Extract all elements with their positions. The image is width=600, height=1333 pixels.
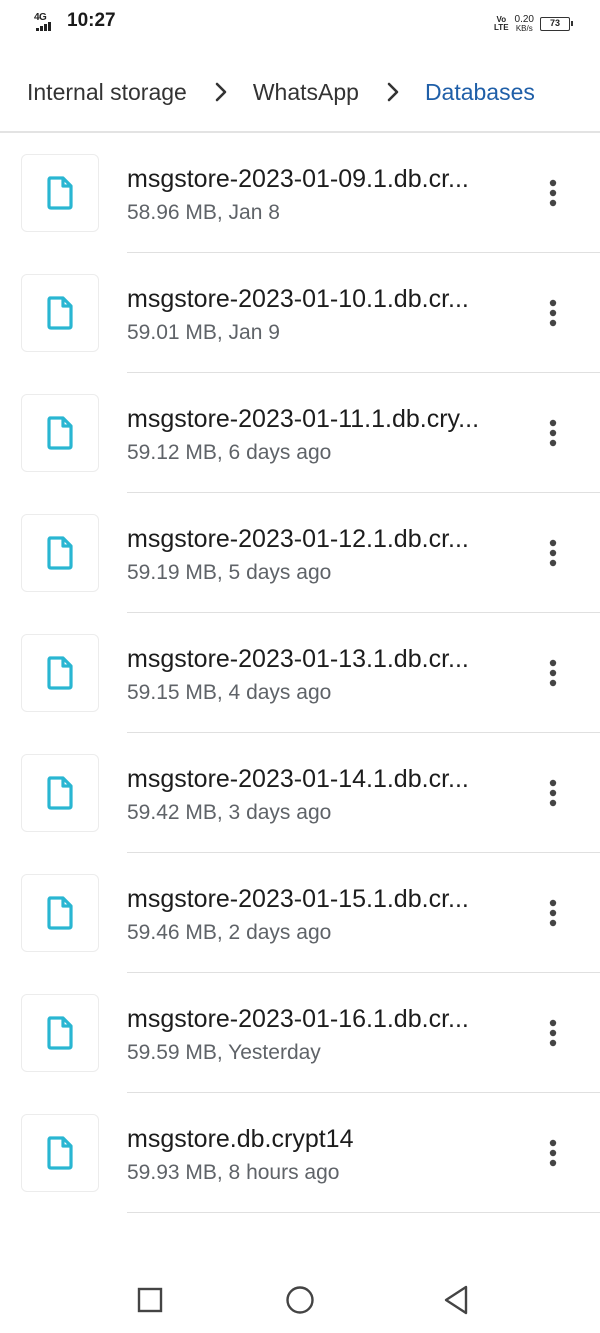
battery-icon: 73 [540,17,573,31]
list-item[interactable]: msgstore-2023-01-14.1.db.cr... 59.42 MB,… [0,733,600,853]
file-icon [47,896,73,930]
file-thumbnail [21,274,99,352]
square-icon[interactable] [134,1284,166,1316]
file-meta: 59.42 MB, 3 days ago [127,801,332,824]
file-name: msgstore.db.crypt14 [127,1125,354,1153]
file-name: msgstore-2023-01-14.1.db.cr... [127,765,469,793]
file-meta: 59.12 MB, 6 days ago [127,441,332,464]
file-name: msgstore-2023-01-11.1.db.cry... [127,405,480,433]
file-list: msgstore-2023-01-09.1.db.cr... 58.96 MB,… [0,133,600,1213]
file-icon [47,176,73,210]
breadcrumb-whatsapp[interactable]: WhatsApp [253,79,359,106]
more-vert-icon[interactable] [538,1135,568,1171]
list-item[interactable]: msgstore-2023-01-10.1.db.cr... 59.01 MB,… [0,253,600,373]
file-icon [47,656,73,690]
more-vert-icon[interactable] [538,775,568,811]
file-thumbnail [21,874,99,952]
file-icon [47,1016,73,1050]
screen: 4G 10:27 Vo LTE 0.20 KB/s 73 Internal st… [0,0,600,1333]
more-vert-icon[interactable] [538,295,568,331]
more-vert-icon[interactable] [538,1015,568,1051]
status-bar: 4G 10:27 Vo LTE 0.20 KB/s 73 [0,0,600,48]
volte-indicator: Vo LTE [494,15,509,32]
chevron-right-icon [197,82,245,102]
file-thumbnail [21,154,99,232]
more-vert-icon[interactable] [538,895,568,931]
file-name: msgstore-2023-01-16.1.db.cr... [127,1005,469,1033]
network-speed: 0.20 KB/s [514,14,534,33]
file-name: msgstore-2023-01-13.1.db.cr... [127,645,469,673]
file-thumbnail [21,1114,99,1192]
chevron-right-icon [369,82,417,102]
file-meta: 59.46 MB, 2 days ago [127,921,332,944]
row-divider [127,1211,600,1213]
file-icon [47,776,73,810]
system-nav-bar [0,1270,600,1330]
file-thumbnail [21,754,99,832]
more-vert-icon[interactable] [538,535,568,571]
file-meta: 59.19 MB, 5 days ago [127,561,332,584]
file-name: msgstore-2023-01-12.1.db.cr... [127,525,469,553]
file-icon [47,296,73,330]
list-item[interactable]: msgstore-2023-01-13.1.db.cr... 59.15 MB,… [0,613,600,733]
triangle-back-icon[interactable] [440,1284,472,1316]
file-icon [47,536,73,570]
status-icons: Vo LTE 0.20 KB/s 73 [494,12,573,36]
file-meta: 59.01 MB, Jan 9 [127,321,280,344]
list-item[interactable]: msgstore-2023-01-15.1.db.cr... 59.46 MB,… [0,853,600,973]
breadcrumb-databases[interactable]: Databases [425,79,535,106]
more-vert-icon[interactable] [538,415,568,451]
file-meta: 59.59 MB, Yesterday [127,1041,321,1064]
breadcrumb-internal-storage[interactable]: Internal storage [27,79,187,106]
file-icon [47,416,73,450]
file-thumbnail [21,514,99,592]
file-meta: 58.96 MB, Jan 8 [127,201,280,224]
clock: 10:27 [67,10,116,31]
file-thumbnail [21,634,99,712]
file-meta: 59.15 MB, 4 days ago [127,681,332,704]
list-item[interactable]: msgstore-2023-01-11.1.db.cry... 59.12 MB… [0,373,600,493]
list-item[interactable]: msgstore-2023-01-09.1.db.cr... 58.96 MB,… [0,133,600,253]
file-icon [47,1136,73,1170]
signal-indicator: 4G [34,12,64,32]
file-meta: 59.93 MB, 8 hours ago [127,1161,340,1184]
file-thumbnail [21,994,99,1072]
list-item[interactable]: msgstore-2023-01-12.1.db.cr... 59.19 MB,… [0,493,600,613]
file-name: msgstore-2023-01-15.1.db.cr... [127,885,469,913]
more-vert-icon[interactable] [538,655,568,691]
breadcrumb: Internal storage WhatsApp Databases [27,72,600,112]
list-item[interactable]: msgstore-2023-01-16.1.db.cr... 59.59 MB,… [0,973,600,1093]
more-vert-icon[interactable] [538,175,568,211]
signal-bars-icon [36,22,51,31]
file-name: msgstore-2023-01-09.1.db.cr... [127,165,469,193]
circle-icon[interactable] [284,1284,316,1316]
list-item[interactable]: msgstore.db.crypt14 59.93 MB, 8 hours ag… [0,1093,600,1213]
file-thumbnail [21,394,99,472]
file-name: msgstore-2023-01-10.1.db.cr... [127,285,469,313]
